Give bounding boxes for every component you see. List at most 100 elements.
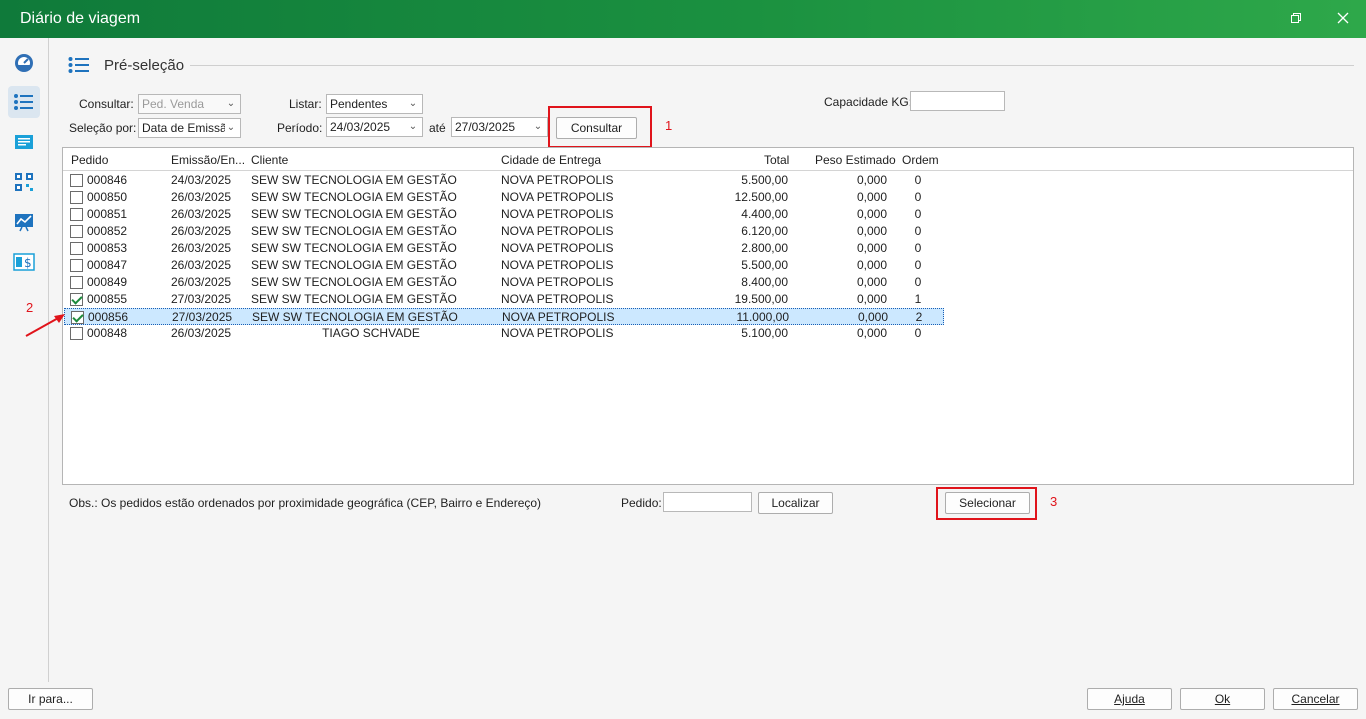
cell-emissao: 27/03/2025 (172, 310, 233, 324)
listar-select[interactable]: Pendentes ⌄ (326, 94, 423, 114)
table-row[interactable]: 000856 27/03/2025 SEW SW TECNOLOGIA EM GES… (64, 308, 944, 325)
header-cidade[interactable]: Cidade de Entrega (501, 153, 601, 167)
cell-peso: 0,000 (857, 310, 888, 324)
table-header: Pedido Emissão/En... Cliente Cidade de E… (63, 148, 1353, 171)
orders-table[interactable]: Pedido Emissão/En... Cliente Cidade de E… (62, 147, 1354, 485)
close-icon[interactable] (1332, 8, 1354, 30)
title-bar: Diário de viagem (0, 0, 1366, 38)
cell-peso: 0,000 (856, 207, 887, 221)
cell-pedido: 000847 (87, 258, 128, 272)
ate-label: até (429, 121, 446, 135)
pedido-input[interactable] (663, 492, 752, 512)
table-row[interactable]: 000850 26/03/2025 SEW SW TECNOLOGIA EM GES… (64, 189, 944, 206)
localizar-button[interactable]: Localizar (758, 492, 833, 514)
cell-ordem: 0 (914, 275, 922, 289)
cell-ordem: 2 (915, 310, 923, 324)
cell-peso: 0,000 (856, 224, 887, 238)
header-total[interactable]: Total (764, 153, 789, 167)
cell-emissao: 26/03/2025 (171, 190, 232, 204)
obs-text: Obs.: Os pedidos estão ordenados por pro… (69, 496, 542, 510)
sidebar-item-document[interactable] (8, 126, 40, 158)
restore-icon[interactable] (1285, 8, 1307, 30)
selecionar-button[interactable]: Selecionar (945, 492, 1030, 514)
row-checkbox[interactable] (70, 276, 83, 289)
pedido-label: Pedido: (621, 496, 662, 510)
chevron-down-icon: ⌄ (532, 118, 544, 136)
cell-total: 5.500,00 (741, 258, 788, 272)
listar-value: Pendentes (330, 97, 388, 111)
header-ordem[interactable]: Ordem (902, 153, 939, 167)
ajuda-button[interactable]: Ajuda (1087, 688, 1172, 710)
sidebar-item-invoice[interactable]: $ (8, 246, 40, 278)
cell-emissao: 24/03/2025 (171, 173, 232, 187)
cancelar-button[interactable]: Cancelar (1273, 688, 1358, 710)
chevron-down-icon: ⌄ (225, 119, 237, 137)
sidebar-item-list[interactable] (8, 86, 40, 118)
periodo-label: Período: (277, 121, 323, 135)
periodo-de-value: 24/03/2025 (330, 120, 391, 134)
cell-pedido: 000856 (88, 310, 129, 324)
cell-cidade: NOVA PETROPOLIS (501, 207, 614, 221)
table-row[interactable]: 000852 26/03/2025 SEW SW TECNOLOGIA EM GES… (64, 223, 944, 240)
selecao-select[interactable]: Data de Emissão ⌄ (138, 118, 241, 138)
cell-emissao: 26/03/2025 (171, 258, 232, 272)
cell-pedido: 000849 (87, 275, 128, 289)
cell-cliente: TIAGO SCHVADE (322, 326, 420, 340)
cell-cliente: SEW SW TECNOLOGIA EM GESTÃO (251, 241, 457, 255)
consultar-label: Consultar: (79, 97, 134, 111)
table-row[interactable]: 000847 26/03/2025 SEW SW TECNOLOGIA EM GES… (64, 257, 944, 274)
arrow-icon (25, 314, 65, 337)
row-checkbox[interactable] (70, 327, 83, 340)
header-cliente[interactable]: Cliente (251, 153, 288, 167)
cell-cidade: NOVA PETROPOLIS (501, 275, 614, 289)
sidebar-item-chart[interactable] (8, 206, 40, 238)
consultar-select[interactable]: Ped. Venda ⌄ (138, 94, 241, 114)
cell-cliente: SEW SW TECNOLOGIA EM GESTÃO (251, 258, 457, 272)
header-pedido[interactable]: Pedido (71, 153, 108, 167)
cell-cidade: NOVA PETROPOLIS (501, 173, 614, 187)
row-checkbox[interactable] (70, 174, 83, 187)
listar-label: Listar: (289, 97, 322, 111)
table-row[interactable]: 000851 26/03/2025 SEW SW TECNOLOGIA EM GES… (64, 206, 944, 223)
capacidade-input[interactable] (910, 91, 1005, 111)
sidebar: $ (0, 38, 49, 682)
cell-emissao: 26/03/2025 (171, 326, 232, 340)
cell-total: 11.000,00 (736, 310, 790, 324)
ok-button[interactable]: Ok (1180, 688, 1265, 710)
table-row[interactable]: 000855 27/03/2025 SEW SW TECNOLOGIA EM GES… (64, 291, 944, 308)
cell-ordem: 0 (914, 224, 922, 238)
row-checkbox[interactable] (70, 293, 83, 306)
table-row[interactable]: 000846 24/03/2025 SEW SW TECNOLOGIA EM GES… (64, 172, 944, 189)
consultar-button[interactable]: Consultar (556, 117, 637, 139)
sidebar-item-qr[interactable] (8, 166, 40, 198)
header-peso[interactable]: Peso Estimado (815, 153, 896, 167)
periodo-ate-input[interactable]: 27/03/2025 ⌄ (451, 117, 548, 137)
row-checkbox[interactable] (71, 311, 84, 324)
header-emissao[interactable]: Emissão/En... (171, 153, 245, 167)
cell-cidade: NOVA PETROPOLIS (501, 292, 614, 306)
dashboard-icon (15, 54, 33, 72)
cell-cliente: SEW SW TECNOLOGIA EM GESTÃO (251, 292, 457, 306)
row-checkbox[interactable] (70, 259, 83, 272)
list-icon (14, 94, 33, 110)
cell-total: 2.800,00 (741, 241, 788, 255)
cell-pedido: 000853 (87, 241, 128, 255)
cell-cliente: SEW SW TECNOLOGIA EM GESTÃO (251, 190, 457, 204)
row-checkbox[interactable] (70, 225, 83, 238)
row-checkbox[interactable] (70, 191, 83, 204)
periodo-de-input[interactable]: 24/03/2025 ⌄ (326, 117, 423, 137)
sidebar-item-dashboard[interactable] (8, 47, 40, 79)
row-checkbox[interactable] (70, 208, 83, 221)
selecao-value: Data de Emissão (142, 121, 234, 135)
row-checkbox[interactable] (70, 242, 83, 255)
cell-peso: 0,000 (856, 292, 887, 306)
table-row[interactable]: 000849 26/03/2025 SEW SW TECNOLOGIA EM GES… (64, 274, 944, 291)
ir-para-button[interactable]: Ir para... (8, 688, 93, 710)
table-row[interactable]: 000848 26/03/2025 TIAGO SCHVADE NOVA PETROP… (64, 325, 944, 342)
cell-cidade: NOVA PETROPOLIS (501, 241, 614, 255)
cell-pedido: 000850 (87, 190, 128, 204)
cell-pedido: 000848 (87, 326, 128, 340)
cell-peso: 0,000 (856, 190, 887, 204)
table-row[interactable]: 000853 26/03/2025 SEW SW TECNOLOGIA EM GES… (64, 240, 944, 257)
section-title: Pré-seleção (104, 57, 185, 74)
